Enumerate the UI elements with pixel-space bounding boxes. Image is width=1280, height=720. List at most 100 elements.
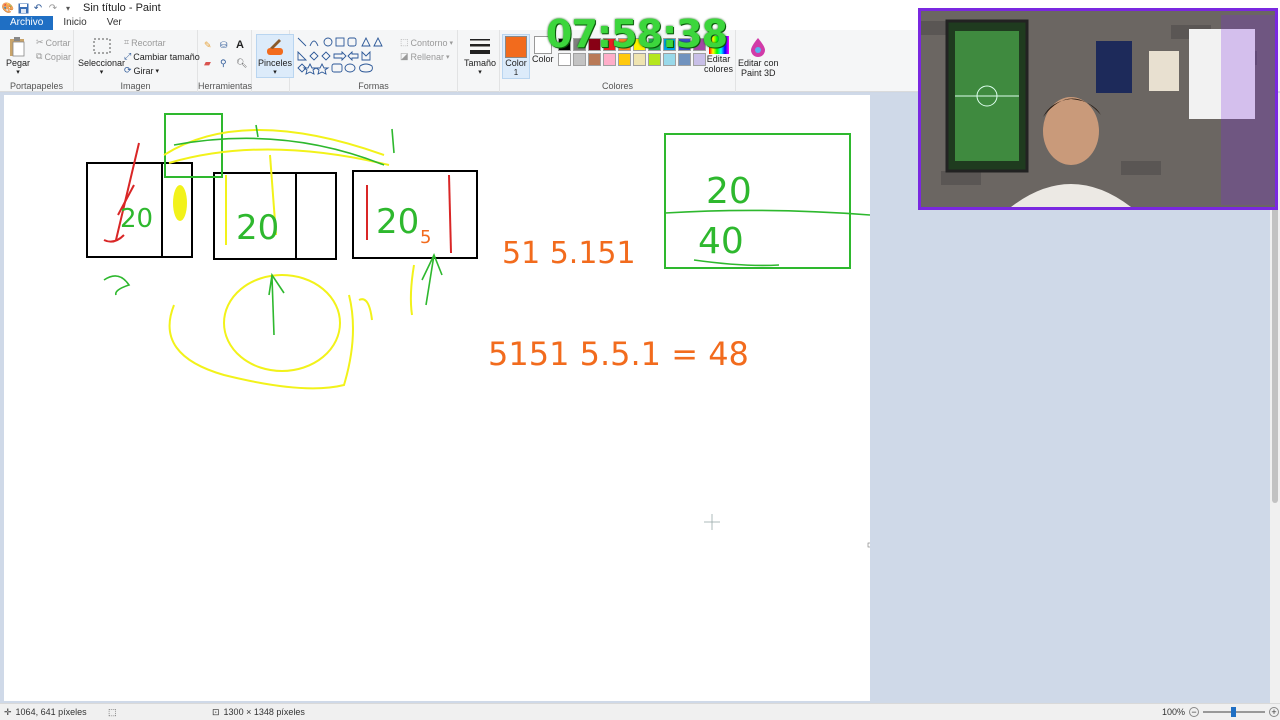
- result-box: [664, 133, 851, 269]
- size-dropdown-icon: ▾: [478, 69, 482, 76]
- window-title: Sin título - Paint: [83, 2, 161, 14]
- outline-label: Contorno: [410, 37, 448, 48]
- result-bottom-value: 40: [698, 221, 744, 262]
- paste-label: Pegar: [6, 58, 31, 68]
- canvas-resize-handle[interactable]: [867, 542, 870, 548]
- status-bar: ✛ 1064, 641 píxeles ⬚ ⊡ 1300 × 1348 píxe…: [0, 703, 1280, 720]
- clipboard-group-label: Portapapeles: [9, 81, 64, 91]
- color1-number: 1: [513, 68, 519, 77]
- zoom-control: 100% − +: [1162, 707, 1280, 717]
- equation-1: 51 5.151: [502, 236, 636, 271]
- zoom-out-icon[interactable]: −: [1189, 707, 1200, 717]
- paint3d-group: Editar con Paint 3D: [736, 30, 782, 92]
- save-icon[interactable]: [17, 2, 29, 14]
- drawing-canvas[interactable]: 20 20 20 5 20 40 51 5.151 5151 5.5.1 = 4…: [4, 95, 870, 701]
- color1-swatch: [505, 36, 527, 58]
- copy-label: Copiar: [44, 51, 71, 62]
- color1-button[interactable]: Color 1: [502, 34, 530, 79]
- undo-icon[interactable]: ↶: [32, 2, 44, 14]
- webcam-overlay: [918, 8, 1278, 210]
- cursor-move-icon: ✛: [4, 706, 12, 717]
- redo-icon[interactable]: ↷: [47, 2, 59, 14]
- crop-label: Recortar: [131, 37, 166, 48]
- cut-button[interactable]: ✂ Cortar: [36, 37, 71, 48]
- shapes-gallery-icon[interactable]: [296, 36, 396, 76]
- tab-view[interactable]: Ver: [97, 16, 132, 30]
- brushes-group: Pinceles ▾: [252, 30, 295, 92]
- size-button[interactable]: Tamaño ▾: [464, 36, 496, 76]
- edit-with-paint3d-button[interactable]: Editar con Paint 3D: [738, 36, 779, 78]
- canvas-drawing: 20 20 20 5 20 40 51 5.151 5151 5.5.1 = 4…: [86, 113, 870, 548]
- tools-group: ✎ ⛁ A ▰ ⚲ 🔍︎ Herramientas: [198, 30, 252, 92]
- box3-subvalue: 5: [420, 227, 431, 248]
- color-picker-icon[interactable]: ⚲: [220, 58, 227, 69]
- paste-dropdown-icon[interactable]: ▾: [16, 68, 20, 76]
- rotate-icon: ⟳: [124, 65, 132, 75]
- fill-button[interactable]: ◪ Rellenar ▾: [400, 51, 450, 62]
- brushes-button[interactable]: Pinceles ▾: [256, 34, 295, 78]
- tab-home[interactable]: Inicio: [53, 16, 96, 30]
- customize-quick-access-icon[interactable]: ▾: [62, 2, 74, 14]
- box1-value: 20: [120, 204, 153, 234]
- canvas-size-icon: ⊡: [212, 706, 220, 717]
- rotate-label: Girar: [133, 65, 154, 76]
- paint3d-icon: [751, 38, 766, 57]
- color1-label: Color: [505, 58, 527, 68]
- colors-group-label: Colores: [601, 81, 633, 91]
- cursor-position-text: 1064, 641 píxeles: [15, 707, 87, 717]
- canvas-size-text: 1300 × 1348 píxeles: [223, 707, 305, 717]
- eraser-icon[interactable]: ▰: [204, 58, 211, 69]
- selection-icon: [93, 38, 111, 54]
- select-button[interactable]: Seleccionar ▾: [78, 36, 125, 76]
- rotate-button[interactable]: ⟳ Girar ▾: [124, 65, 159, 76]
- size-label: Tamaño: [464, 58, 497, 68]
- fill-bucket-icon[interactable]: ⛁: [220, 40, 228, 51]
- text-tool-icon[interactable]: A: [236, 39, 244, 51]
- crosshair-cursor-icon: [704, 514, 720, 530]
- shapes-group-label: Formas: [358, 81, 389, 91]
- image-group: Seleccionar ▾ ⌗ Recortar ⤢ Cambiar tamañ…: [74, 30, 200, 92]
- size-group: Tamaño ▾: [458, 30, 500, 92]
- selection-size-icon: ⬚: [108, 706, 117, 717]
- rotate-dropdown-icon: ▾: [155, 67, 160, 75]
- selection-size: ⬚: [108, 707, 117, 718]
- zoom-slider[interactable]: [1203, 707, 1266, 717]
- stream-timer: 07:58:38: [546, 12, 728, 56]
- resize-button[interactable]: ⤢ Cambiar tamaño: [124, 51, 200, 62]
- edit-colors-label-2: colores: [704, 64, 734, 74]
- pencil-icon[interactable]: ✎: [204, 40, 212, 51]
- select-dropdown-icon[interactable]: ▾: [100, 68, 104, 76]
- webcam-image: [921, 11, 1275, 207]
- fill-label: Rellenar: [410, 51, 445, 62]
- cut-label: Cortar: [45, 37, 71, 48]
- result-top-value: 20: [706, 171, 752, 212]
- paint-app-icon: 🎨: [1, 2, 15, 14]
- box3-value: 20: [376, 202, 419, 242]
- fill-dropdown-icon: ▾: [446, 53, 450, 61]
- image-group-label: Imagen: [120, 81, 151, 91]
- brushes-label: Pinceles: [258, 58, 293, 68]
- cursor-position: ✛ 1064, 641 píxeles: [4, 707, 87, 718]
- canvas-size: ⊡ 1300 × 1348 píxeles: [212, 707, 305, 718]
- line-width-icon: [470, 39, 491, 54]
- equation-2: 5151 5.5.1 = 48: [488, 335, 749, 373]
- fill-icon: ◪: [400, 51, 409, 61]
- paint3d-label-2: Paint 3D: [741, 68, 776, 78]
- copy-icon: ⧉: [36, 51, 43, 61]
- magnifier-icon[interactable]: 🔍︎: [236, 58, 247, 69]
- zoom-in-icon[interactable]: +: [1269, 707, 1280, 717]
- tools-group-label: Herramientas: [198, 81, 253, 91]
- tab-file[interactable]: Archivo: [0, 16, 54, 30]
- green-square: [164, 113, 223, 178]
- resize-label: Cambiar tamaño: [133, 51, 200, 62]
- crop-button[interactable]: ⌗ Recortar: [124, 37, 166, 48]
- zoom-level: 100%: [1162, 707, 1186, 717]
- outline-button[interactable]: ⬚ Contorno ▾: [400, 37, 453, 48]
- outline-dropdown-icon: ▾: [449, 39, 454, 47]
- brush-icon: [267, 39, 284, 55]
- shapes-group: ⬚ Contorno ▾ ◪ Rellenar ▾ Formas: [290, 30, 458, 92]
- paste-button[interactable]: Pegar ▾: [6, 36, 30, 76]
- zoom-slider-thumb[interactable]: [1231, 707, 1237, 717]
- resize-icon: ⤢: [124, 51, 132, 61]
- copy-button[interactable]: ⧉ Copiar: [36, 51, 71, 62]
